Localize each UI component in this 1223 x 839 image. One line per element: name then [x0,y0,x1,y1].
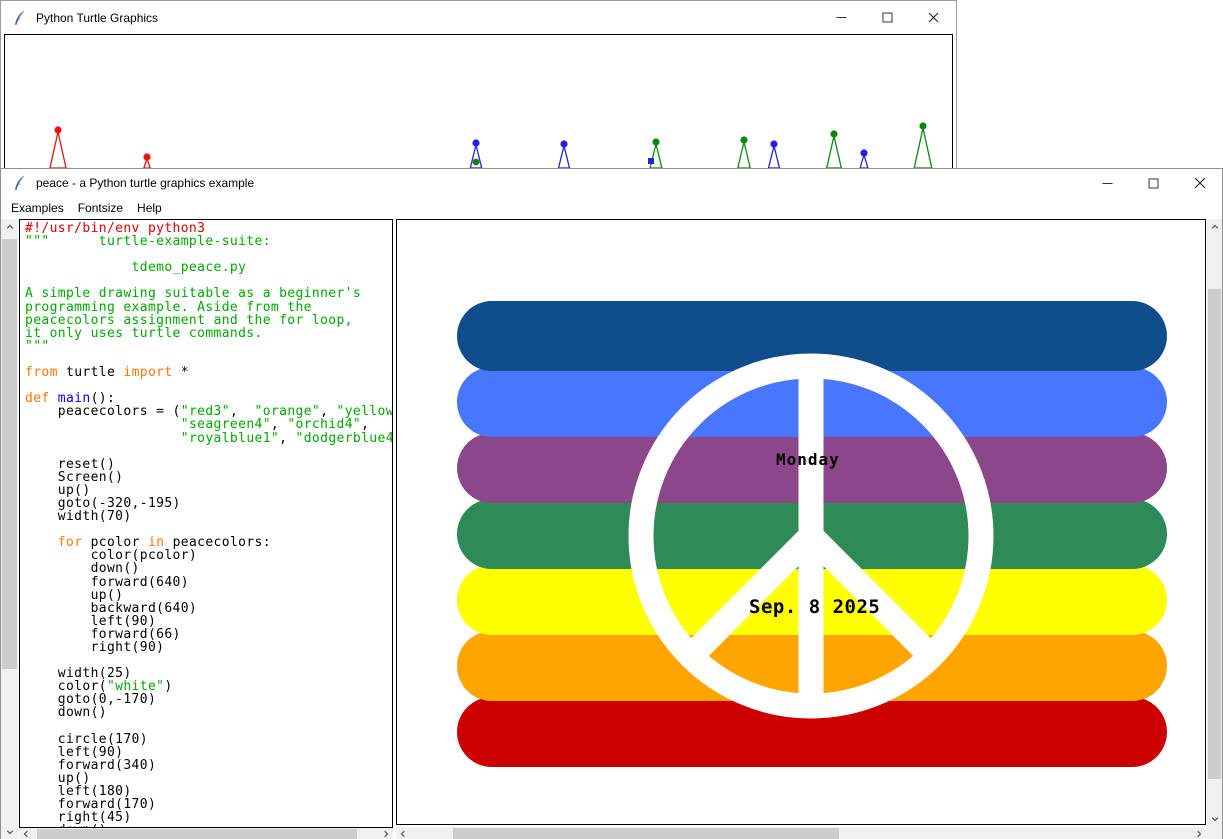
code-scroll-down-button[interactable] [1,824,18,839]
back-maximize-button[interactable] [873,7,902,29]
back-titlebar[interactable]: Python Turtle Graphics [1,1,956,34]
chevron-down-icon [5,827,15,837]
chevron-up-icon [5,222,15,232]
code-scroll-right-button[interactable] [379,828,393,839]
turtle-figure [860,149,868,168]
canvas-day-text: Monday [776,450,840,469]
turtle-figure [738,136,750,168]
tk-feather-icon [12,10,27,26]
menu-examples[interactable]: Examples [10,199,65,217]
code-text: #!/usr/bin/env python3""" turtle-example… [25,222,393,828]
turtle-square [648,158,654,164]
code-line: """ [25,340,393,353]
close-icon [1194,177,1206,189]
turtle-figure [914,122,932,168]
canvas-hscroll-thumb[interactable] [453,828,839,839]
turtle-figure [558,140,569,168]
back-minimize-button[interactable] [827,7,856,29]
canvas-vscroll-thumb[interactable] [1208,289,1221,779]
code-line: down() [25,706,393,719]
canvas-scroll-up-button[interactable] [1207,219,1222,235]
window-content: #!/usr/bin/env python3""" turtle-example… [1,219,1222,839]
minimize-icon [1102,178,1113,189]
turtle-figure [768,140,779,168]
front-maximize-button[interactable] [1139,172,1168,194]
maximize-icon [1148,178,1159,189]
canvas-date-text: Sep. 8 2025 [749,596,880,618]
scrollbar-corner [1207,827,1222,839]
chevron-up-icon [1210,222,1220,232]
chevron-right-icon [1194,829,1204,839]
code-hscroll-thumb[interactable] [37,829,357,839]
front-close-button[interactable] [1185,172,1214,194]
minimize-icon [836,12,847,23]
chevron-right-icon [381,829,391,839]
turtle-figure [827,130,842,168]
code-scroll-up-button[interactable] [1,219,18,235]
canvas-hscrollbar[interactable] [396,827,1206,839]
turtle-dot [473,159,480,166]
code-line: from turtle import * [25,366,393,379]
menu-bar: Examples Fontsize Help [1,197,1222,219]
chevron-left-icon [398,829,408,839]
menu-help[interactable]: Help [136,199,163,217]
turtle-figure [143,153,150,168]
front-titlebar[interactable]: peace - a Python turtle graphics example [1,169,1222,197]
code-vscrollbar[interactable] [1,219,18,839]
back-close-button[interactable] [919,7,948,29]
front-window-title: peace - a Python turtle graphics example [36,176,254,190]
code-line: width(70) [25,510,393,523]
code-line: it only uses turtle commands. [25,327,393,340]
canvas-scroll-down-button[interactable] [1207,811,1222,827]
code-line: "royalblue1", "dodgerblue4") [25,432,393,445]
chevron-left-icon [21,829,31,839]
chevron-down-icon [1210,814,1220,824]
close-icon [928,12,939,23]
graphics-canvas: Monday Sep. 8 2025 [396,219,1206,825]
code-hscrollbar[interactable] [19,828,393,839]
window-peace-example: peace - a Python turtle graphics example… [0,168,1223,839]
code-vscroll-thumb[interactable] [2,239,17,669]
code-line: right(90) [25,641,393,654]
back-window-title: Python Turtle Graphics [36,11,158,25]
peace-symbol [397,220,1205,824]
desktop: Python Turtle Graphics peace - a Python … [0,0,1223,839]
turtle-figure [50,126,66,168]
code-pane[interactable]: #!/usr/bin/env python3""" turtle-example… [19,219,393,828]
code-scroll-left-button[interactable] [19,828,33,839]
canvas-scroll-left-button[interactable] [396,827,410,839]
menu-fontsize[interactable]: Fontsize [77,199,124,217]
canvas-vscrollbar[interactable] [1207,219,1222,827]
maximize-icon [882,12,893,23]
canvas-scroll-right-button[interactable] [1192,827,1206,839]
code-line: tdemo_peace.py [25,261,393,274]
front-minimize-button[interactable] [1093,172,1122,194]
code-line: """ turtle-example-suite: [25,235,393,248]
tk-feather-icon [12,175,27,191]
